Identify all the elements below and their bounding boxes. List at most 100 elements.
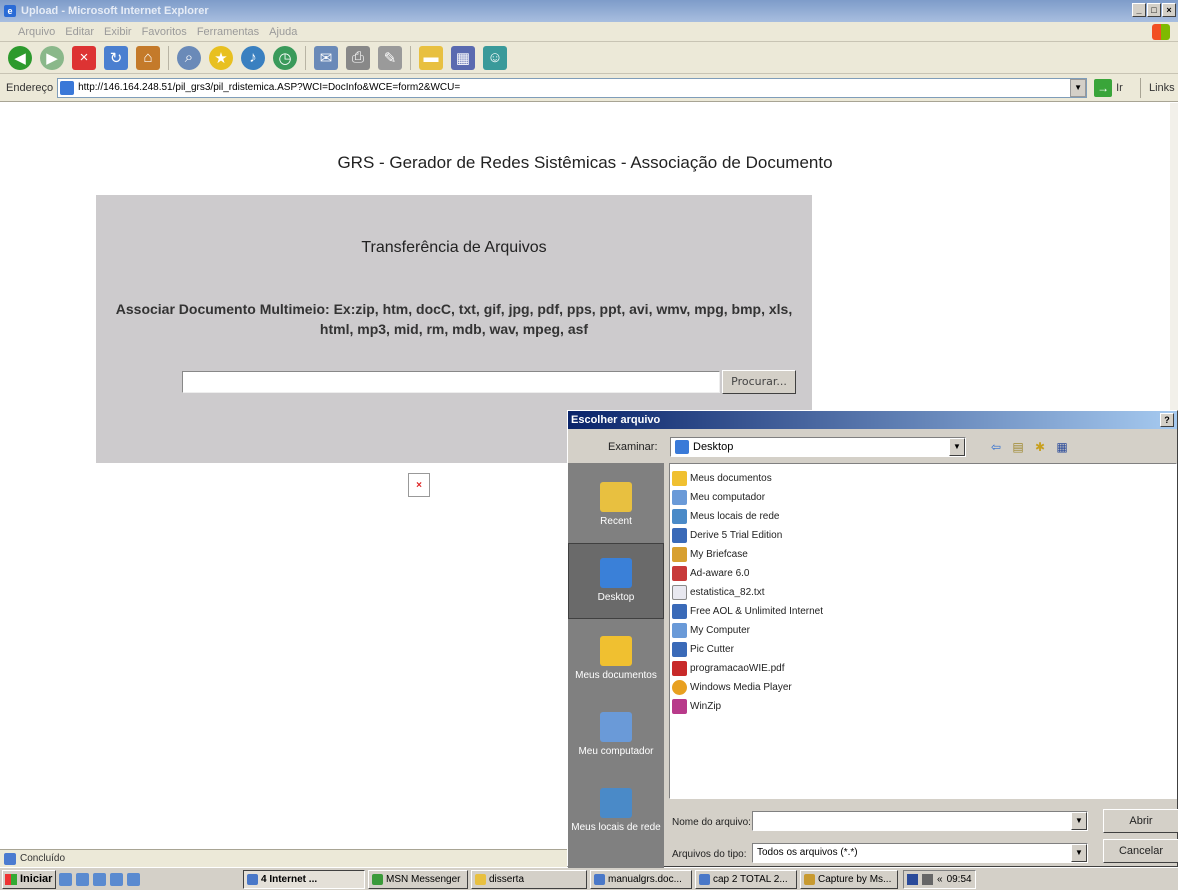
back-icon[interactable]: ⇦ xyxy=(988,439,1004,455)
forward-icon[interactable]: ▶ xyxy=(40,45,64,70)
window-titlebar[interactable]: e Upload - Microsoft Internet Explorer _… xyxy=(0,0,1178,22)
cancel-button[interactable]: Cancelar xyxy=(1103,839,1178,863)
taskbar-item-manual[interactable]: manualgrs.doc... xyxy=(590,869,692,889)
mail-icon[interactable]: ✉ xyxy=(314,45,338,70)
page-title: GRS - Gerador de Redes Sistêmicas - Asso… xyxy=(337,153,833,172)
list-item[interactable]: Derive 5 Trial Edition xyxy=(672,526,782,544)
list-item[interactable]: My Briefcase xyxy=(672,545,748,563)
tray-network-icon[interactable] xyxy=(907,873,918,885)
list-item[interactable]: Pic Cutter xyxy=(672,640,734,658)
links-button[interactable]: Links xyxy=(1140,78,1178,98)
back-icon[interactable]: ◀ xyxy=(8,45,32,70)
list-item[interactable]: Meus documentos xyxy=(672,469,772,487)
start-label: Iniciar xyxy=(20,873,53,885)
file-list: Meus documentos Meu computador Meus loca… xyxy=(669,463,1177,799)
file-path-input[interactable] xyxy=(182,371,720,393)
menu-favoritos[interactable]: Favoritos xyxy=(142,26,187,38)
chevron-down-icon[interactable]: ▼ xyxy=(949,438,965,456)
minimize-button[interactable]: _ xyxy=(1132,3,1146,17)
place-recent[interactable]: Recent xyxy=(568,467,664,543)
toolbar-separator xyxy=(410,45,411,70)
list-item[interactable]: Windows Media Player xyxy=(672,678,792,696)
help-button[interactable]: ? xyxy=(1160,413,1174,427)
taskbar-item-disserta[interactable]: disserta xyxy=(471,869,587,889)
quick-launch-explorer-icon[interactable] xyxy=(127,872,140,886)
desktop-icon xyxy=(600,558,632,588)
desktop-icon xyxy=(675,440,689,454)
refresh-icon[interactable]: ↻ xyxy=(104,45,128,70)
shortcut-icon xyxy=(672,527,687,543)
messenger-icon[interactable]: ☺ xyxy=(483,45,507,70)
view-menu-icon[interactable]: ▦ xyxy=(1054,439,1070,455)
browse-button[interactable]: Procurar... xyxy=(722,370,796,394)
filetype-select[interactable]: Todos os arquivos (*.*) ▼ xyxy=(752,843,1088,863)
shortcut-icon xyxy=(672,641,687,657)
menu-arquivo[interactable]: Arquivo xyxy=(18,26,55,38)
open-button[interactable]: Abrir xyxy=(1103,809,1178,833)
maximize-button[interactable]: □ xyxy=(1147,3,1161,17)
computer-icon xyxy=(600,712,632,742)
list-item[interactable]: Free AOL & Unlimited Internet xyxy=(672,602,823,620)
status-page-icon xyxy=(4,852,16,865)
address-input[interactable]: http://146.164.248.51/pil_grs3/pil_rdist… xyxy=(57,77,1088,98)
quick-launch-messenger-icon[interactable] xyxy=(110,872,123,886)
place-meus-documentos[interactable]: Meus documentos xyxy=(568,621,664,697)
folder-icon[interactable]: ▬ xyxy=(419,45,443,70)
discuss-icon[interactable]: ▦ xyxy=(451,45,475,70)
place-desktop[interactable]: Desktop xyxy=(568,543,664,619)
list-item[interactable]: programacaoWIE.pdf xyxy=(672,659,785,677)
taskbar-item-msn[interactable]: MSN Messenger xyxy=(368,869,468,889)
list-item[interactable]: Meu computador xyxy=(672,488,765,506)
tray-expand-icon[interactable]: « xyxy=(937,874,943,885)
shortcut-icon xyxy=(672,603,687,619)
list-item[interactable]: estatistica_82.txt xyxy=(672,583,764,601)
search-icon[interactable]: ⌕ xyxy=(177,45,201,70)
menu-ferramentas[interactable]: Ferramentas xyxy=(197,26,259,38)
quick-launch xyxy=(59,872,140,886)
quick-launch-media-icon[interactable] xyxy=(93,872,106,886)
new-folder-icon[interactable]: ✱ xyxy=(1032,439,1048,455)
toolbar-separator xyxy=(305,45,306,70)
taskbar-item-cap2[interactable]: cap 2 TOTAL 2... xyxy=(695,869,797,889)
filename-input[interactable]: ▼ xyxy=(752,811,1088,831)
start-button[interactable]: Iniciar xyxy=(2,869,56,889)
address-dropdown-icon[interactable]: ▼ xyxy=(1070,78,1087,97)
quick-launch-ie-icon[interactable] xyxy=(76,872,89,886)
media-icon[interactable]: ♪ xyxy=(241,45,265,70)
list-item[interactable]: Meus locais de rede xyxy=(672,507,780,525)
browser-toolbar: ◀ ▶ × ↻ ⌂ ⌕ ★ ♪ ◷ ✉ ⎙ ✎ ▬ ▦ ☺ xyxy=(0,42,1178,74)
places-bar: Recent Desktop Meus documentos Meu compu… xyxy=(568,463,664,868)
print-icon[interactable]: ⎙ xyxy=(346,45,370,70)
word-doc-icon xyxy=(594,873,605,885)
close-button[interactable]: × xyxy=(1162,3,1176,17)
dialog-title: Escolher arquivo xyxy=(571,414,661,426)
dialog-titlebar[interactable]: Escolher arquivo ? xyxy=(568,411,1177,429)
taskbar-item-internet[interactable]: 4 Internet ... xyxy=(243,869,365,889)
upload-heading: Transferência de Arquivos xyxy=(361,239,547,256)
history-icon[interactable]: ◷ xyxy=(273,45,297,70)
look-in-select[interactable]: Desktop ▼ xyxy=(670,437,966,457)
system-tray: « 09:54 xyxy=(903,869,976,889)
place-meus-locais-de-rede[interactable]: Meus locais de rede xyxy=(568,773,664,849)
menu-ajuda[interactable]: Ajuda xyxy=(269,26,297,38)
quick-launch-desktop-icon[interactable] xyxy=(59,872,72,886)
list-item[interactable]: WinZip xyxy=(672,697,721,715)
chevron-down-icon[interactable]: ▼ xyxy=(1071,844,1087,862)
chevron-down-icon[interactable]: ▼ xyxy=(1071,812,1087,830)
windows-flag-icon xyxy=(5,873,17,885)
up-folder-icon[interactable]: ▤ xyxy=(1010,439,1026,455)
go-button[interactable]: → Ir xyxy=(1094,78,1123,97)
edit-icon[interactable]: ✎ xyxy=(378,45,402,70)
taskbar-item-capture[interactable]: Capture by Ms... xyxy=(800,869,898,889)
favorites-icon[interactable]: ★ xyxy=(209,45,233,70)
look-in-label: Examinar: xyxy=(608,441,658,453)
tray-volume-icon[interactable] xyxy=(922,873,933,885)
place-meu-computador[interactable]: Meu computador xyxy=(568,697,664,773)
list-item[interactable]: Ad-aware 6.0 xyxy=(672,564,749,582)
menu-exibir[interactable]: Exibir xyxy=(104,26,132,38)
menu-editar[interactable]: Editar xyxy=(65,26,94,38)
stop-icon[interactable]: × xyxy=(72,45,96,70)
go-label: Ir xyxy=(1116,81,1123,94)
home-icon[interactable]: ⌂ xyxy=(136,45,160,70)
list-item[interactable]: My Computer xyxy=(672,621,750,639)
